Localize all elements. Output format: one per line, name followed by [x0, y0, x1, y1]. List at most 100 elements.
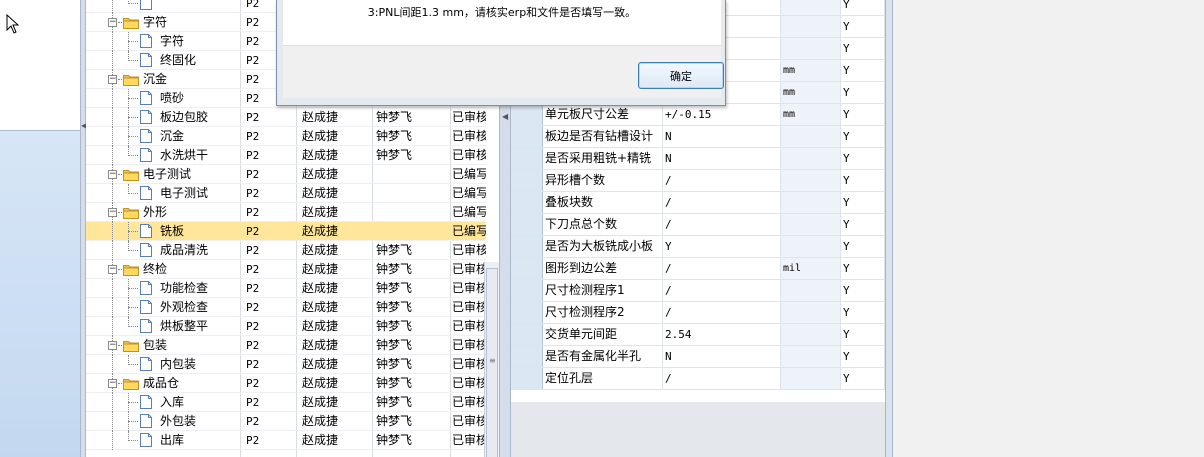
- tree-node-cell[interactable]: 成品清洗: [86, 241, 240, 260]
- row-indicator[interactable]: [511, 302, 543, 323]
- scrollbar-thumb[interactable]: ≡: [486, 268, 498, 457]
- row-indicator[interactable]: [511, 368, 543, 389]
- status-cell: 已审核: [452, 148, 486, 162]
- property-value-cell[interactable]: N: [663, 148, 781, 169]
- property-row[interactable]: 图形到边公差 / mil Y: [511, 258, 885, 280]
- tree-node-cell[interactable]: 入库: [86, 393, 240, 412]
- tree-row[interactable]: 板边包胶 P2 赵成捷 钟梦飞 已审核: [86, 108, 486, 127]
- tree-node-cell[interactable]: 水洗烘干: [86, 146, 240, 165]
- collapse-toggle-icon[interactable]: −: [108, 170, 117, 179]
- collapse-toggle-icon[interactable]: −: [108, 208, 117, 217]
- property-row[interactable]: 定位孔层 / Y: [511, 368, 885, 390]
- property-value-cell[interactable]: /: [663, 214, 781, 235]
- property-value-cell[interactable]: /: [663, 280, 781, 301]
- property-value-cell[interactable]: /: [663, 170, 781, 191]
- collapse-toggle-icon[interactable]: −: [108, 18, 117, 27]
- tree-node-cell[interactable]: 烘板整平: [86, 317, 240, 336]
- message-dialog: 3:PNL间距1.3 mm，请核实erp和文件是否填写一致。 确定: [276, 0, 726, 106]
- property-value-cell[interactable]: Y: [663, 236, 781, 257]
- tree-node-cell[interactable]: 外观检查: [86, 298, 240, 317]
- property-value-cell[interactable]: 2.54: [663, 324, 781, 345]
- tree-node-cell[interactable]: [86, 0, 240, 13]
- row-indicator[interactable]: [511, 192, 543, 213]
- row-indicator[interactable]: [511, 236, 543, 257]
- property-flag-cell: Y: [841, 236, 885, 257]
- tree-node-cell[interactable]: − 成品仓: [86, 374, 240, 393]
- tree-row[interactable]: 铣板 P2 赵成捷 已编写: [86, 222, 486, 241]
- property-row[interactable]: 单元板尺寸公差 +/-0.15 mm Y: [511, 104, 885, 126]
- tree-row[interactable]: 烘板整平 P2 赵成捷 钟梦飞 已审核: [86, 317, 486, 336]
- tree-row[interactable]: 水洗烘干 P2 赵成捷 钟梦飞 已审核: [86, 146, 486, 165]
- tree-row[interactable]: 内包装 P2 赵成捷 钟梦飞 已审核: [86, 355, 486, 374]
- property-value-cell[interactable]: /: [663, 368, 781, 389]
- property-value-cell[interactable]: /: [663, 192, 781, 213]
- tree-row[interactable]: 电子测试 P2 赵成捷 已编写: [86, 184, 486, 203]
- property-flag-cell: Y: [841, 302, 885, 323]
- grip-icon: ≡: [489, 356, 496, 365]
- tree-node-cell[interactable]: 外包装: [86, 412, 240, 431]
- tree-row[interactable]: − 终检 P2 赵成捷 钟梦飞 已审核: [86, 260, 486, 279]
- tree-node-cell[interactable]: 板边包胶: [86, 108, 240, 127]
- tree-row[interactable]: 成品清洗 P2 赵成捷 钟梦飞 已审核: [86, 241, 486, 260]
- collapse-toggle-icon[interactable]: −: [108, 265, 117, 274]
- tree-row[interactable]: − 成品仓 P2 赵成捷 钟梦飞 已审核: [86, 374, 486, 393]
- row-indicator[interactable]: [511, 258, 543, 279]
- tree-row[interactable]: 入库 P2 赵成捷 钟梦飞 已审核: [86, 393, 486, 412]
- tree-row[interactable]: − 外形 P2 赵成捷 已编写: [86, 203, 486, 222]
- collapse-toggle-icon[interactable]: −: [108, 75, 117, 84]
- tree-row[interactable]: 功能检查 P2 赵成捷 钟梦飞 已审核: [86, 279, 486, 298]
- tree-row[interactable]: − 电子测试 P2 赵成捷 已编写: [86, 165, 486, 184]
- tree-node-cell[interactable]: 功能检查: [86, 279, 240, 298]
- tree-node-cell[interactable]: 喷砂: [86, 89, 240, 108]
- row-indicator[interactable]: [511, 324, 543, 345]
- tree-node-cell[interactable]: − 外形: [86, 203, 240, 222]
- property-row[interactable]: 尺寸检测程序2/ Y: [511, 302, 885, 324]
- tree-node-cell[interactable]: − 包装: [86, 336, 240, 355]
- property-row[interactable]: 叠板块数 / Y: [511, 192, 885, 214]
- tree-row[interactable]: − 包装 P2 赵成捷 钟梦飞 已审核: [86, 336, 486, 355]
- tree-row[interactable]: 沉金 P2 赵成捷 钟梦飞 已审核: [86, 127, 486, 146]
- tree-node-cell[interactable]: 字符: [86, 32, 240, 51]
- collapse-toggle-icon[interactable]: −: [108, 341, 117, 350]
- auditor-cell: 钟梦飞: [376, 357, 413, 371]
- row-indicator[interactable]: [511, 280, 543, 301]
- property-row[interactable]: 异形槽个数 / Y: [511, 170, 885, 192]
- tree-node-cell[interactable]: 铣板: [86, 222, 240, 241]
- row-indicator[interactable]: [511, 148, 543, 169]
- row-indicator[interactable]: [511, 126, 543, 147]
- tree-node-label: 出库: [160, 433, 185, 447]
- splitter-arrow-icon[interactable]: ◀: [502, 112, 508, 121]
- property-value-cell[interactable]: N: [663, 126, 781, 147]
- tree-node-cell[interactable]: − 沉金: [86, 70, 240, 89]
- property-row[interactable]: 尺寸检测程序1/ Y: [511, 280, 885, 302]
- property-unit-cell: [781, 346, 841, 367]
- tree-node-cell[interactable]: 终固化: [86, 51, 240, 70]
- tree-node-cell[interactable]: − 字符: [86, 13, 240, 32]
- property-row[interactable]: 板边是否有钻槽设计 N Y: [511, 126, 885, 148]
- row-indicator[interactable]: [511, 104, 543, 125]
- row-indicator[interactable]: [511, 346, 543, 367]
- tree-row[interactable]: 出库 P2 赵成捷 钟梦飞 已审核: [86, 431, 486, 450]
- ok-button[interactable]: 确定: [638, 62, 724, 89]
- property-value-cell[interactable]: N: [663, 346, 781, 367]
- property-row[interactable]: 下刀点总个数 / Y: [511, 214, 885, 236]
- collapse-toggle-icon[interactable]: −: [108, 379, 117, 388]
- tree-node-cell[interactable]: − 电子测试: [86, 165, 240, 184]
- tree-row[interactable]: 外观检查 P2 赵成捷 钟梦飞 已审核: [86, 298, 486, 317]
- property-row[interactable]: 是否有金属化半孔 N Y: [511, 346, 885, 368]
- tree-node-cell[interactable]: 沉金: [86, 127, 240, 146]
- tree-row[interactable]: 外包装 P2 赵成捷 钟梦飞 已审核: [86, 412, 486, 431]
- tree-node-cell[interactable]: 电子测试: [86, 184, 240, 203]
- tree-node-cell[interactable]: 出库: [86, 431, 240, 450]
- row-indicator[interactable]: [511, 170, 543, 191]
- property-row[interactable]: 是否采用粗铣+精铣 N Y: [511, 148, 885, 170]
- row-indicator[interactable]: [511, 214, 543, 235]
- tree-vertical-scrollbar[interactable]: ≡: [484, 262, 499, 457]
- property-row[interactable]: 交货单元间距 2.54 Y: [511, 324, 885, 346]
- tree-node-cell[interactable]: − 终检: [86, 260, 240, 279]
- property-value-cell[interactable]: +/-0.15: [663, 104, 781, 125]
- property-value-cell[interactable]: /: [663, 258, 781, 279]
- property-row[interactable]: 是否为大板铣成小板 Y Y: [511, 236, 885, 258]
- tree-node-cell[interactable]: 内包装: [86, 355, 240, 374]
- property-value-cell[interactable]: /: [663, 302, 781, 323]
